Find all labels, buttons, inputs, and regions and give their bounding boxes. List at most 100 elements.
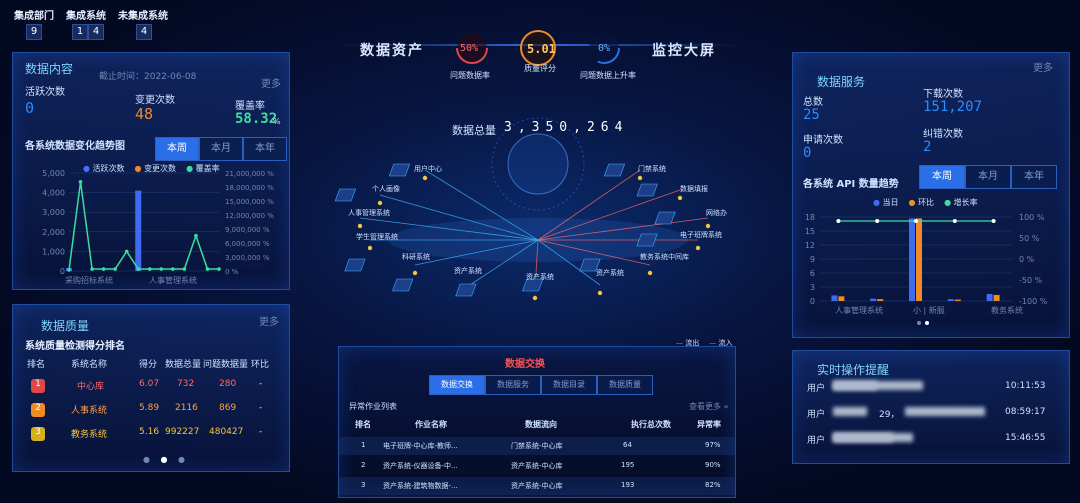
ops-panel: 实时操作提醒 用户 10:11:53 用户 29， 08:59:17 用户 15…	[792, 350, 1070, 464]
row-score: 6.07	[139, 379, 160, 389]
tab-week[interactable]: 本周	[919, 165, 965, 189]
y-tick-label: 5,000	[42, 169, 65, 178]
header-right-title: 监控大屏	[652, 43, 716, 59]
point-coverage	[205, 267, 210, 271]
y2-tick-label: 21,000,000 %	[225, 170, 274, 178]
tab-month[interactable]: 本月	[965, 165, 1011, 189]
list-more[interactable]: 查看更多 »	[689, 401, 728, 412]
tab-service[interactable]: 数据服务	[485, 375, 541, 395]
y2-tick-label: 9,000,000 %	[225, 226, 270, 234]
exchange-tabs: 数据交换 数据服务 数据目录 数据质量	[429, 375, 653, 395]
y-tick-label: 4,000	[42, 189, 65, 198]
tab-year[interactable]: 本年	[243, 137, 287, 161]
bar-today	[947, 299, 954, 301]
trend-tabs: 本周 本月 本年	[155, 137, 287, 161]
pager-dots[interactable]: ● ● ●	[143, 455, 189, 464]
table-row[interactable]: 1 中心库 6.07 732 280 -	[13, 379, 289, 397]
bar-today	[986, 294, 993, 301]
row-name: 中心库	[77, 382, 105, 392]
trend-title: 各系统数据变化趋势图	[25, 141, 125, 152]
row-flow: 资产系统-中心库	[511, 462, 563, 470]
system-digit: 1	[72, 24, 88, 40]
point-growth	[875, 219, 880, 223]
table-row[interactable]: 3 教务系统 5.16 992227 480427 -	[13, 427, 289, 445]
tab-week[interactable]: 本周	[155, 137, 199, 161]
y-tick-label: 3,000	[42, 208, 65, 217]
row-rank: 3	[361, 481, 366, 489]
y2-tick-label: 50 %	[1019, 234, 1040, 243]
gauge-rise-label: 问题数据上升率	[580, 71, 636, 80]
point-coverage	[113, 267, 117, 271]
row-count: 195	[621, 461, 635, 469]
row-issue: 480427	[209, 427, 244, 437]
list-item[interactable]: 用户 29， 08:59:17	[793, 407, 1069, 425]
node-lamp	[677, 195, 683, 201]
legend-active: ● 活跃次数	[83, 164, 125, 173]
legend-today: ● 当日	[873, 198, 899, 207]
row-name: 人事系统	[71, 406, 108, 416]
node-lamp	[637, 175, 643, 181]
node-label: 用户中心	[414, 165, 442, 173]
col-score: 得分	[139, 360, 158, 370]
active-value: 0	[25, 99, 35, 117]
tab-exchange[interactable]: 数据交换	[429, 375, 485, 395]
node-label: 人事管理系统	[348, 209, 390, 217]
row-score: 5.16	[139, 427, 160, 437]
node-lamp	[705, 223, 711, 229]
system-digit: 4	[88, 24, 104, 40]
y2-tick-label: 0 %	[225, 268, 239, 276]
node-block	[654, 211, 676, 225]
node-lamp	[422, 175, 428, 181]
service-more[interactable]: 更多	[1033, 59, 1053, 74]
quality-more[interactable]: 更多	[259, 313, 279, 328]
rank-badge: 3	[31, 427, 45, 441]
tab-month[interactable]: 本月	[199, 137, 243, 161]
row-issue: 280	[219, 379, 237, 389]
unintegrated-count: 4	[136, 24, 152, 40]
table-row[interactable]: 2 资产系统-仪器设备-中... 资产系统-中心库 195 90%	[339, 457, 735, 475]
col-name: 系统名称	[71, 360, 108, 370]
y2-tick-label: 15,000,000 %	[225, 198, 274, 206]
api-chart-plot: 18 15 12 9 6 3 0 100 % 50 % 0 % -50 % -100 % 人事管理系统 小…	[805, 213, 1048, 325]
apply-value: 0	[803, 145, 812, 161]
data-content-title: 数据内容	[25, 62, 74, 76]
tab-quality[interactable]: 数据质量	[597, 375, 653, 395]
table-row[interactable]: 1 电子班牌-中心库-教师... 门禁系统-中心库 64 97%	[339, 437, 735, 455]
ops-time: 08:59:17	[1005, 407, 1046, 417]
tab-year[interactable]: 本年	[1011, 165, 1057, 189]
bar-change	[135, 190, 142, 271]
data-content-more[interactable]: 更多	[261, 75, 281, 90]
gauge-rise-value: 0%	[598, 43, 611, 54]
node-block	[603, 163, 626, 177]
y2-tick-label: -100 %	[1019, 297, 1048, 306]
col-count: 执行总次数	[631, 420, 671, 429]
tab-catalog[interactable]: 数据目录	[541, 375, 597, 395]
exchange-banner: 数据交换	[505, 359, 545, 370]
bar-today	[909, 218, 915, 301]
apply-label: 申请次数	[803, 135, 843, 146]
point-coverage	[147, 267, 152, 271]
col-issue: 问题数据量	[203, 360, 249, 370]
row-issue: 869	[219, 403, 237, 413]
col-rate: 异常率	[697, 420, 721, 429]
table-row[interactable]: 2 人事系统 5.89 2116 869 -	[13, 403, 289, 421]
node-lamp	[647, 270, 653, 276]
row-rate: 90%	[705, 461, 721, 469]
point-growth	[836, 219, 841, 223]
node-block	[636, 183, 658, 197]
bar-chain	[838, 296, 845, 301]
legend-growth: ● 增长率	[944, 198, 978, 207]
list-item[interactable]: 用户 15:46:55	[793, 433, 1069, 451]
row-job: 资产系统-仪器设备-中...	[383, 462, 458, 470]
trend-chart-plot: 5,000 4,000 3,000 2,000 1,000 0 21,000,000 % 18…	[42, 169, 274, 285]
y2-tick-label: -50 %	[1019, 276, 1043, 285]
list-item[interactable]: 用户 10:11:53	[793, 381, 1069, 399]
y2-tick-label: 6,000,000 %	[225, 240, 270, 248]
trend-chart: 5,000 4,000 3,000 2,000 1,000 0 21,000,000 % 18…	[42, 169, 274, 285]
pager-dot	[917, 321, 921, 325]
table-row[interactable]: 3 资产系统-建筑物数据-... 资产系统-中心库 193 82%	[339, 477, 735, 495]
line-coverage	[68, 181, 219, 271]
ops-user: 用户	[807, 436, 826, 446]
y-tick-label: 1,000	[42, 247, 65, 256]
legend-coverage: ● 覆盖率	[186, 164, 220, 173]
